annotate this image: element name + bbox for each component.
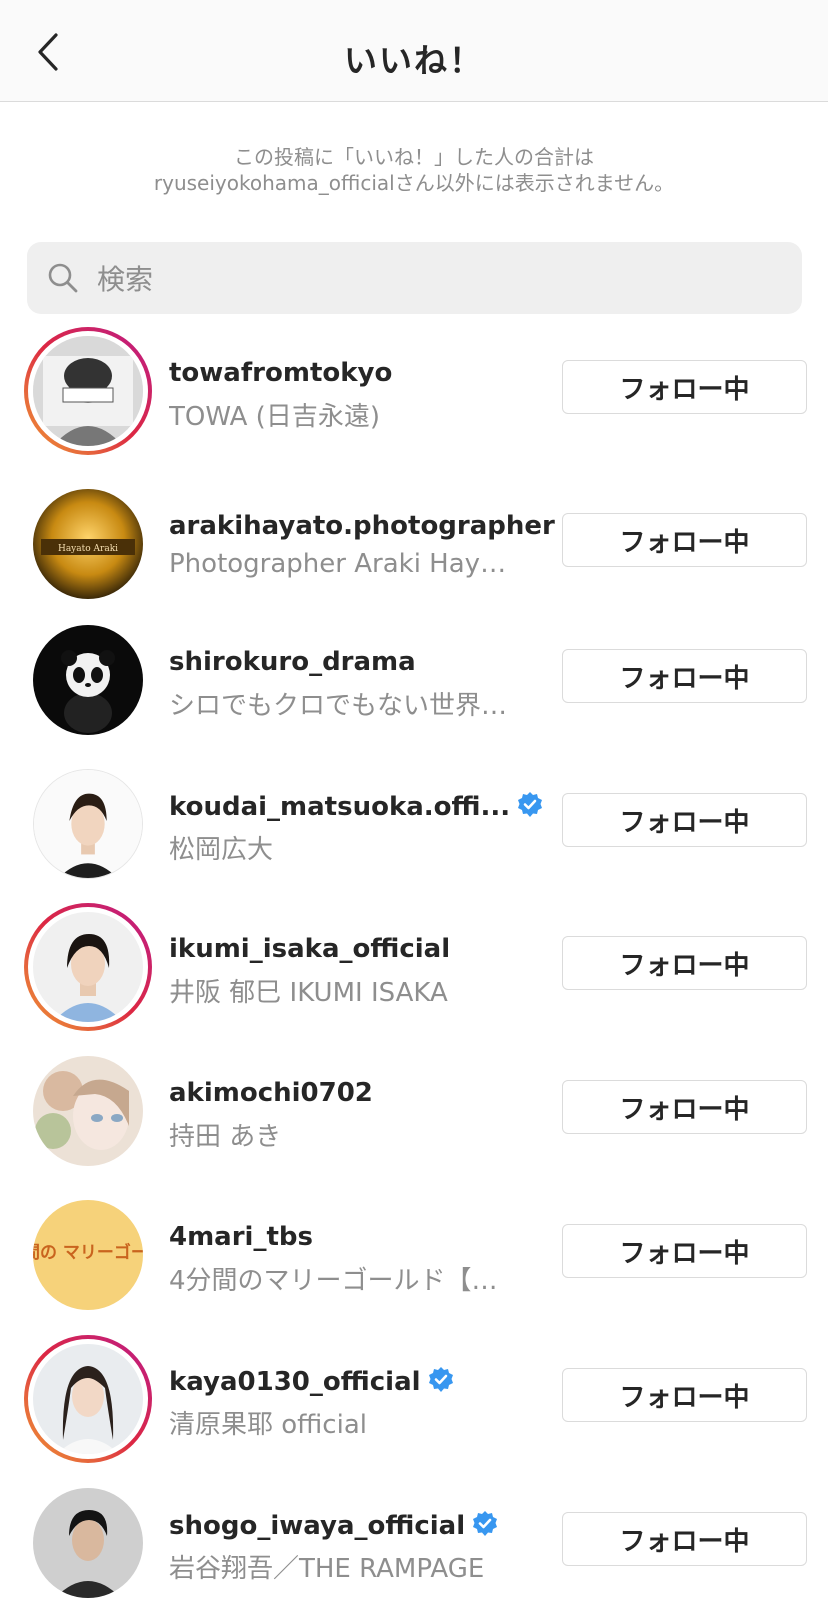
avatar[interactable]: Hayato Araki <box>33 489 143 599</box>
verified-badge-icon <box>428 1367 453 1392</box>
avatar[interactable] <box>33 769 143 879</box>
full-name: 松岡広大 <box>169 835 274 865</box>
following-button[interactable]: フォロー中 <box>562 1080 807 1134</box>
username[interactable]: akimochi0702 <box>169 1078 373 1108</box>
notice-line-2: ryuseiyokohama_officialさん以外には表示されません。 <box>153 171 675 195</box>
full-name: 岩谷翔吾／THE RAMPAGE <box>169 1554 485 1584</box>
username-text[interactable]: shogo_iwaya_official <box>169 1511 465 1541</box>
avatar-text: Hayato Araki <box>58 544 118 554</box>
avatar[interactable] <box>33 1344 143 1454</box>
following-button[interactable]: フォロー中 <box>562 513 807 567</box>
search-input[interactable] <box>95 256 779 302</box>
user-row[interactable]: ikumi_isaka_official 井阪 郁巳 IKUMI ISAKA フ… <box>0 903 828 1033</box>
following-button[interactable]: フォロー中 <box>562 793 807 847</box>
following-button[interactable]: フォロー中 <box>562 1368 807 1422</box>
search-bar[interactable] <box>27 242 802 314</box>
username[interactable]: shirokuro_drama <box>169 647 416 677</box>
full-name: TOWA (日吉永遠) <box>169 402 380 432</box>
username[interactable]: shogo_iwaya_official <box>169 1510 499 1541</box>
full-name: 4分間のマリーゴールド【… <box>169 1266 498 1296</box>
user-row[interactable]: shogo_iwaya_official 岩谷翔吾／THE RAMPAGE フォ… <box>0 1479 828 1609</box>
username-text[interactable]: kaya0130_official <box>169 1367 421 1397</box>
verified-badge-icon <box>473 1511 498 1536</box>
full-name: シロでもクロでもない世界… <box>169 691 508 721</box>
full-name: 持田 あき <box>169 1122 282 1152</box>
username[interactable]: kaya0130_official <box>169 1366 455 1397</box>
avatar[interactable] <box>33 1056 143 1166</box>
full-name: 清原果耶 official <box>169 1410 367 1440</box>
username[interactable]: arakihayato.photographer <box>169 511 555 541</box>
full-name: 井阪 郁巳 IKUMI ISAKA <box>169 978 448 1008</box>
following-button[interactable]: フォロー中 <box>562 1224 807 1278</box>
avatar[interactable] <box>33 625 143 735</box>
full-name: Photographer Araki Hayato <box>169 549 519 579</box>
username[interactable]: koudai_matsuoka.offi... <box>169 791 544 822</box>
username[interactable]: towafromtokyo <box>169 358 392 388</box>
user-row[interactable]: akimochi0702 持田 あき フォロー中 <box>0 1047 828 1177</box>
avatar-text: 4分間の マリーゴールド <box>33 1242 143 1263</box>
avatar[interactable] <box>33 336 143 446</box>
verified-badge-icon <box>518 792 543 817</box>
username[interactable]: 4mari_tbs <box>169 1222 313 1252</box>
following-button[interactable]: フォロー中 <box>562 936 807 990</box>
username[interactable]: ikumi_isaka_official <box>169 934 450 964</box>
username-text[interactable]: koudai_matsuoka.offi... <box>169 792 510 822</box>
user-row[interactable]: kaya0130_official 清原果耶 official フォロー中 <box>0 1335 828 1465</box>
notice-line-1: この投稿に「いいね！」した人の合計は <box>234 145 594 169</box>
avatar[interactable]: 4分間の マリーゴールド <box>33 1200 143 1310</box>
following-button[interactable]: フォロー中 <box>562 649 807 703</box>
user-row[interactable]: 4分間の マリーゴールド 4mari_tbs 4分間のマリーゴールド【… フォロ… <box>0 1191 828 1321</box>
search-icon <box>48 263 78 293</box>
top-bar: いいね！ <box>0 0 828 102</box>
avatar[interactable] <box>33 912 143 1022</box>
user-row[interactable]: shirokuro_drama シロでもクロでもない世界… フォロー中 <box>0 616 828 746</box>
page-title: いいね！ <box>344 41 484 80</box>
user-row[interactable]: Hayato Araki arakihayato.photographer Ph… <box>0 480 828 610</box>
following-button[interactable]: フォロー中 <box>562 360 807 414</box>
likes-privacy-notice: この投稿に「いいね！」した人の合計は ryuseiyokohama_offici… <box>0 144 828 196</box>
user-row[interactable]: towafromtokyo TOWA (日吉永遠) フォロー中 <box>0 327 828 457</box>
user-row[interactable]: koudai_matsuoka.offi... 松岡広大 フォロー中 <box>0 760 828 890</box>
avatar[interactable] <box>33 1488 143 1598</box>
